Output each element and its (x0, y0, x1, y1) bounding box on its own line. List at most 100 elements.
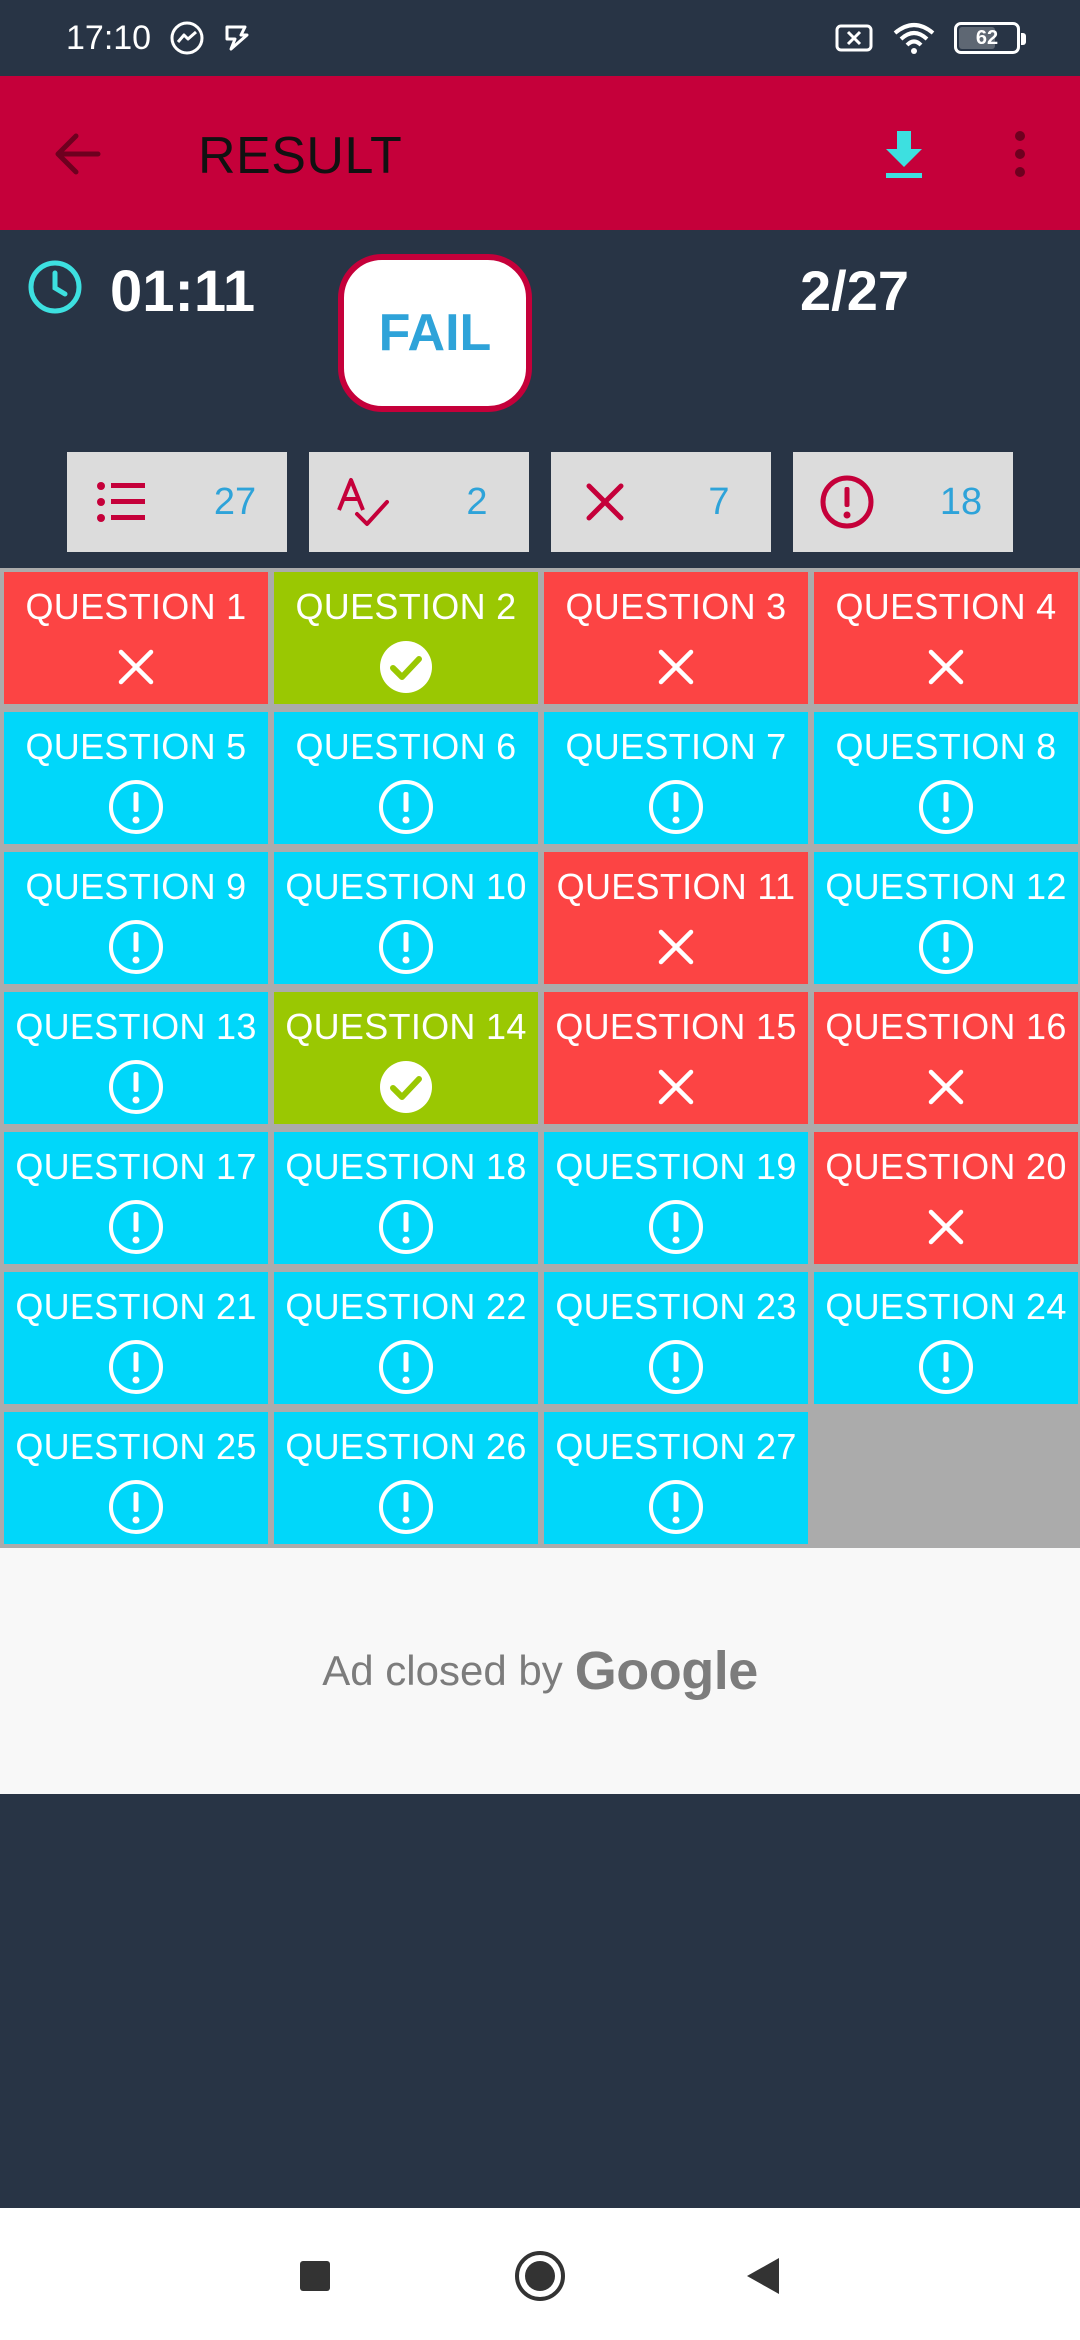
question-cell[interactable]: QUESTION 9 (4, 852, 268, 984)
filter-unanswered-button[interactable]: 18 (793, 452, 1013, 552)
question-cell[interactable]: QUESTION 22 (274, 1272, 538, 1404)
question-cell[interactable]: QUESTION 16 (814, 992, 1078, 1124)
question-cell[interactable]: QUESTION 27 (544, 1412, 808, 1544)
question-cell[interactable]: QUESTION 23 (544, 1272, 808, 1404)
question-label: QUESTION 21 (15, 1286, 257, 1327)
no-sim-icon (835, 24, 873, 52)
question-label: QUESTION 15 (555, 1006, 797, 1047)
question-cell[interactable]: QUESTION 19 (544, 1132, 808, 1264)
check-circle-icon (380, 641, 432, 693)
question-label: QUESTION 27 (555, 1426, 797, 1467)
question-cell[interactable]: QUESTION 25 (4, 1412, 268, 1544)
question-label: QUESTION 5 (25, 726, 247, 767)
alert-circle-icon (109, 920, 163, 974)
home-circle-icon (515, 2251, 565, 2301)
filter-unanswered-count: 18 (939, 481, 983, 523)
status-notification-icons (169, 20, 253, 56)
question-cell[interactable]: QUESTION 4 (814, 572, 1078, 704)
question-label: QUESTION 14 (285, 1006, 527, 1047)
question-cell[interactable]: QUESTION 6 (274, 712, 538, 844)
question-cell[interactable]: QUESTION 13 (4, 992, 268, 1124)
filter-wrong-button[interactable]: 7 (551, 452, 771, 552)
question-cell[interactable]: QUESTION 5 (4, 712, 268, 844)
question-cell[interactable]: QUESTION 3 (544, 572, 808, 704)
question-label: QUESTION 13 (15, 1006, 257, 1047)
close-icon (118, 649, 154, 685)
nav-back-button[interactable] (735, 2248, 791, 2304)
back-button[interactable] (46, 126, 106, 182)
spellcheck-icon (337, 478, 389, 526)
question-cell[interactable]: QUESTION 20 (814, 1132, 1078, 1264)
question-cell[interactable]: QUESTION 26 (274, 1412, 538, 1544)
alert-circle-icon (379, 1480, 433, 1534)
ad-brand-logo: Google (574, 1641, 759, 1701)
filter-correct-count: 2 (466, 481, 488, 523)
question-cell[interactable]: QUESTION 10 (274, 852, 538, 984)
question-cell[interactable]: QUESTION 12 (814, 852, 1078, 984)
question-cell[interactable]: QUESTION 7 (544, 712, 808, 844)
question-grid: QUESTION 1 QUESTION 2 QUESTION 3 QUESTION 4… (0, 568, 1080, 1548)
question-cell[interactable]: QUESTION 11 (544, 852, 808, 984)
question-cell[interactable]: QUESTION 1 (4, 572, 268, 704)
question-cell[interactable]: QUESTION 2 (274, 572, 538, 704)
question-cell[interactable]: QUESTION 8 (814, 712, 1078, 844)
question-label: QUESTION 24 (825, 1286, 1067, 1327)
result-status-badge: FAIL (338, 254, 532, 412)
question-label: QUESTION 20 (825, 1146, 1067, 1187)
question-grid-container: QUESTION 1 QUESTION 2 QUESTION 3 QUESTION 4… (0, 568, 1080, 1548)
alert-circle-icon (379, 920, 433, 974)
recents-button[interactable] (287, 2248, 343, 2304)
question-cell[interactable]: QUESTION 15 (544, 992, 808, 1124)
check-circle-icon (380, 1061, 432, 1113)
question-label: QUESTION 9 (25, 866, 247, 907)
battery-level: 62 (975, 26, 999, 49)
question-cell[interactable]: QUESTION 21 (4, 1272, 268, 1404)
score: 2/27 (800, 259, 909, 322)
question-cell[interactable]: QUESTION 24 (814, 1272, 1078, 1404)
alert-circle-icon (919, 920, 973, 974)
messenger-icon (170, 21, 204, 55)
more-vertical-icon (1015, 131, 1025, 177)
question-cell[interactable]: QUESTION 17 (4, 1132, 268, 1264)
download-button[interactable] (874, 122, 934, 186)
ad-banner: Ad closed by Google (0, 1548, 1080, 1794)
home-button[interactable] (512, 2248, 568, 2304)
question-cell[interactable]: QUESTION 18 (274, 1132, 538, 1264)
app-bar: RESULT (0, 76, 1080, 230)
question-label: QUESTION 18 (285, 1146, 527, 1187)
more-options-button[interactable] (1000, 122, 1040, 186)
question-label: QUESTION 8 (835, 726, 1057, 767)
question-label: QUESTION 23 (555, 1286, 797, 1327)
battery-icon: 62 (954, 22, 1026, 54)
question-label: QUESTION 6 (295, 726, 517, 767)
question-label: QUESTION 19 (555, 1146, 797, 1187)
question-label: QUESTION 7 (565, 726, 787, 767)
filter-wrong-count: 7 (708, 481, 730, 523)
alert-circle-icon (109, 1060, 163, 1114)
question-label: QUESTION 2 (295, 586, 517, 627)
status-time: 17:10 (66, 18, 152, 57)
alert-circle-icon (649, 1480, 703, 1534)
alert-circle-icon (649, 1340, 703, 1394)
alert-circle-icon (919, 780, 973, 834)
question-label: QUESTION 1 (25, 586, 247, 627)
back-triangle-icon (747, 2258, 779, 2294)
filter-all-button[interactable]: 27 (67, 452, 287, 552)
result-screen: 17:10 62 RESULT 01:11 FAIL 2/27 27 2 7 1… (0, 0, 1080, 2340)
close-icon (586, 483, 624, 521)
alert-circle-icon (379, 1200, 433, 1254)
alert-circle-icon (109, 1340, 163, 1394)
question-cell[interactable]: QUESTION 14 (274, 992, 538, 1124)
question-label: QUESTION 11 (556, 866, 796, 907)
result-status-label: FAIL (378, 304, 492, 362)
question-label: QUESTION 3 (565, 586, 787, 627)
alert-circle-icon (919, 1340, 973, 1394)
question-label: QUESTION 4 (835, 586, 1057, 627)
close-icon (658, 929, 694, 965)
question-label: QUESTION 17 (15, 1146, 257, 1187)
alert-circle-icon (379, 1340, 433, 1394)
filter-correct-button[interactable]: 2 (309, 452, 529, 552)
alert-circle-icon (109, 1480, 163, 1534)
close-icon (928, 1209, 964, 1245)
question-label: QUESTION 16 (825, 1006, 1067, 1047)
